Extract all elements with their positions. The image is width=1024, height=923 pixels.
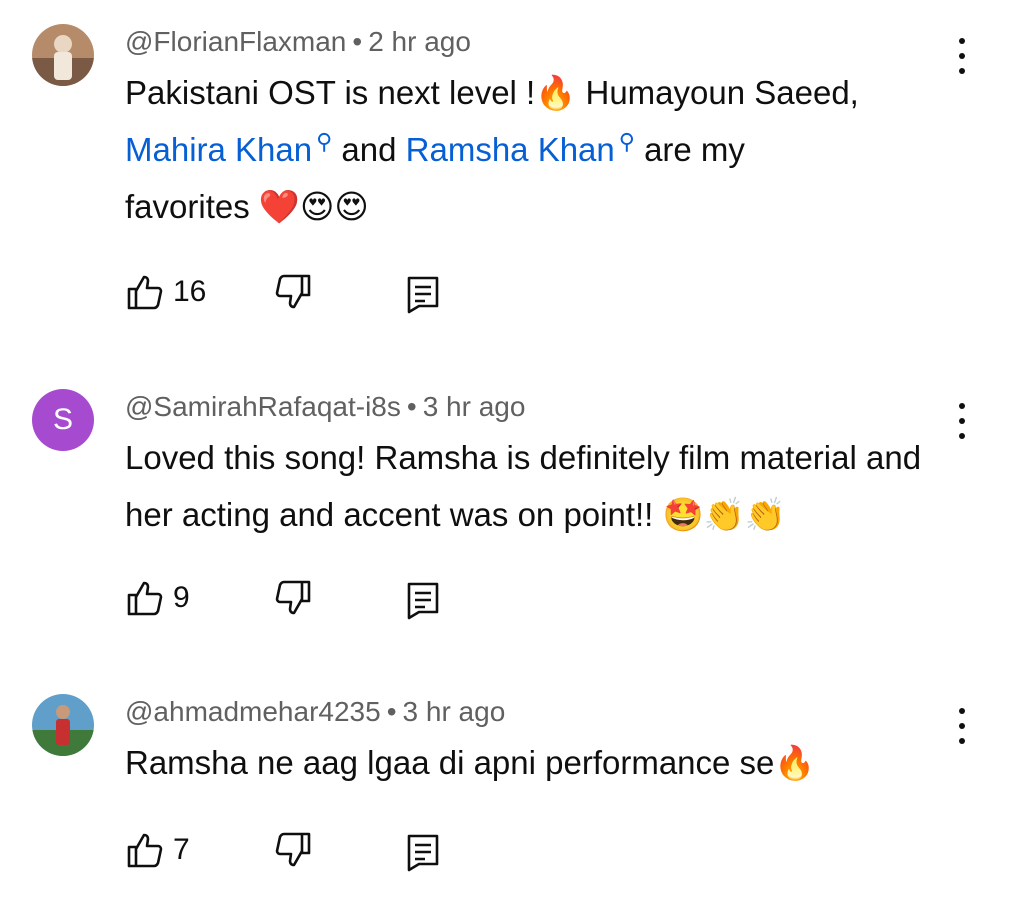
comment-time: 3 hr ago [422,391,526,422]
search-icon: ⚲ [316,129,333,154]
like-button[interactable]: 16 [125,272,206,312]
avatar[interactable] [32,24,94,86]
comment-time: 2 hr ago [368,26,471,57]
emoji-group: 🤩👏👏 [662,495,786,534]
author-name[interactable]: @SamirahRafaqat-i8s [125,391,401,422]
more-vertical-icon[interactable] [948,399,976,443]
reply-button[interactable] [405,832,441,877]
thumb-up-icon [127,581,163,616]
comment-meta: @SamirahRafaqat-i8s • 3 hr ago [125,389,525,425]
author-name[interactable]: @ahmadmehar4235 [125,696,381,727]
thumb-down-icon [275,832,311,867]
reply-comment-icon [407,276,439,314]
reply-button[interactable] [405,580,441,625]
comment-text-part: Humayoun Saeed, [576,74,859,111]
comment-actions: 9 [125,578,525,622]
avatar[interactable]: S [32,389,94,451]
avatar-image [32,24,94,86]
comment-meta: @ahmadmehar4235 • 3 hr ago [125,694,505,730]
comment: S @SamirahRafaqat-i8s • 3 hr ago Loved thi… [0,389,1024,629]
like-count: 9 [173,581,190,614]
like-button[interactable]: 9 [125,578,190,618]
reply-comment-icon [407,834,439,872]
comment-text-part: are my [644,131,745,168]
like-count: 7 [173,833,190,866]
comment: @FlorianFlaxman • 2 hr ago Pakistani OST i… [0,24,1024,324]
dislike-button[interactable] [273,272,313,317]
more-vertical-icon[interactable] [948,704,976,748]
reply-button[interactable] [405,274,441,319]
comment-time: 3 hr ago [402,696,506,727]
fire-emoji: 🔥 [774,743,816,782]
thumb-up-icon [127,275,163,310]
thumb-down-icon [275,580,311,615]
like-button[interactable]: 7 [125,830,190,870]
comment-text: Loved this song! Ramsha is definitely fi… [125,429,955,543]
mention-link[interactable]: Mahira Khan ⚲ [125,129,333,169]
dislike-button[interactable] [273,830,313,875]
avatar[interactable] [32,694,94,756]
dislike-button[interactable] [273,578,313,623]
comment-text-part: favorites [125,188,259,225]
meta-separator: • [352,26,363,57]
comment-text: Pakistani OST is next level !🔥 Humayoun … [125,64,955,235]
thumb-up-icon [127,833,163,868]
comment: @ahmadmehar4235 • 3 hr ago Ramsha ne aag l… [0,694,1024,894]
comment-text-part: and [341,131,397,168]
author-name[interactable]: @FlorianFlaxman [125,26,346,57]
comment-meta: @FlorianFlaxman • 2 hr ago [125,24,471,60]
comment-text: Ramsha ne aag lgaa di apni performance s… [125,734,955,791]
search-icon: ⚲ [618,129,635,154]
mention-link[interactable]: Ramsha Khan ⚲ [406,129,635,169]
reply-comment-icon [407,582,439,620]
comment-text-part: Pakistani OST is next level ! [125,74,536,111]
emoji-group: ❤️😍😍 [258,187,369,226]
thumb-down-icon [275,274,311,309]
meta-separator: • [386,696,397,727]
meta-separator: • [406,391,417,422]
avatar-image [32,694,94,756]
comment-actions: 16 [125,272,525,316]
comment-actions: 7 [125,830,525,874]
comment-text-part: Ramsha ne aag lgaa di apni performance s… [125,744,775,781]
like-count: 16 [173,275,207,308]
more-vertical-icon[interactable] [948,34,976,78]
avatar-letter: S [52,403,73,436]
fire-emoji: 🔥 [535,73,577,112]
comment-text-part: Loved this song! Ramsha is definitely fi… [125,439,922,533]
